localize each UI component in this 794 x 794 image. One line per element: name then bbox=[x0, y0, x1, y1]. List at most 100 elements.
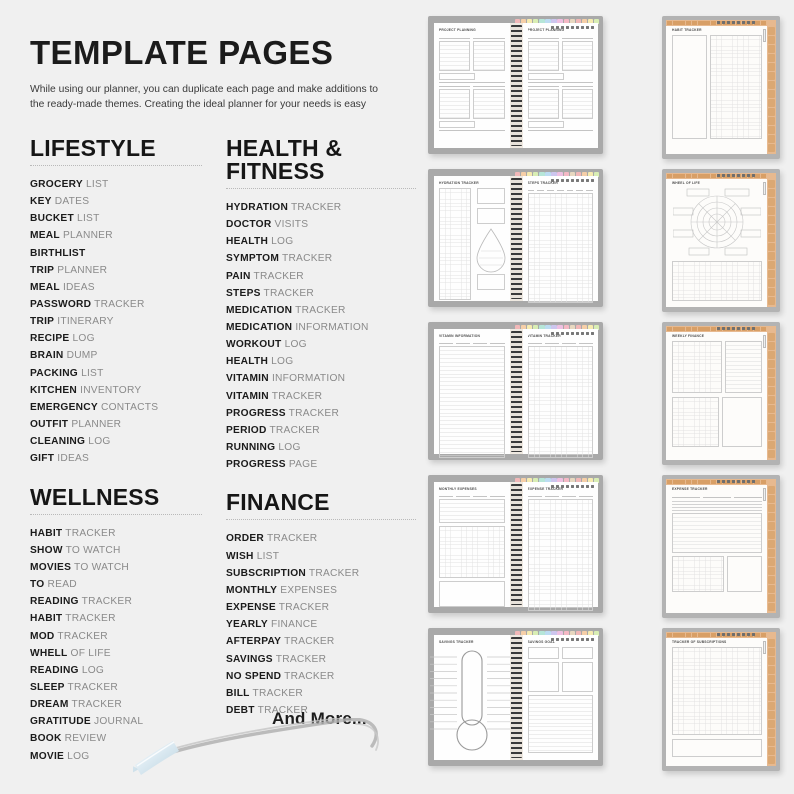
top-tab[interactable] bbox=[673, 633, 679, 637]
side-tab[interactable] bbox=[768, 288, 775, 296]
toolbar-icon[interactable] bbox=[717, 21, 720, 24]
toolbar-icon[interactable] bbox=[727, 174, 730, 177]
top-tab[interactable] bbox=[685, 174, 692, 178]
toolbar-icon[interactable] bbox=[591, 638, 594, 641]
toolbar-icon[interactable] bbox=[576, 485, 579, 488]
toolbar-icon[interactable] bbox=[571, 179, 574, 182]
side-tab[interactable] bbox=[768, 603, 775, 611]
toolbar-icon[interactable] bbox=[551, 26, 554, 29]
planner-spread-preview[interactable]: MONTHLY EXPENSES EXPENSE TRACKER bbox=[428, 475, 603, 613]
top-tab[interactable] bbox=[710, 174, 717, 178]
top-tab[interactable] bbox=[760, 633, 766, 637]
toolbar-icon[interactable] bbox=[576, 332, 579, 335]
top-tab[interactable] bbox=[673, 174, 679, 178]
side-tab[interactable] bbox=[768, 378, 775, 386]
side-tab[interactable] bbox=[768, 747, 775, 755]
toolbar-icon[interactable] bbox=[561, 485, 564, 488]
side-tab[interactable] bbox=[768, 135, 775, 143]
side-tab[interactable] bbox=[768, 207, 775, 215]
toolbar-icon[interactable] bbox=[586, 485, 589, 488]
top-tab[interactable] bbox=[710, 327, 717, 331]
toolbar-icon[interactable] bbox=[732, 174, 735, 177]
side-tab[interactable] bbox=[768, 108, 775, 116]
top-tab[interactable] bbox=[685, 633, 692, 637]
toolbar-icon[interactable] bbox=[722, 327, 725, 330]
toolbar-icon[interactable] bbox=[576, 26, 579, 29]
toolbar-icon[interactable] bbox=[737, 21, 740, 24]
side-tab[interactable] bbox=[768, 693, 775, 701]
side-tab[interactable] bbox=[768, 54, 775, 62]
toolbar-icon[interactable] bbox=[566, 179, 569, 182]
toolbar-icon[interactable] bbox=[742, 633, 745, 636]
side-tab[interactable] bbox=[768, 360, 775, 368]
toolbar-icon[interactable] bbox=[551, 179, 554, 182]
top-tab[interactable] bbox=[704, 174, 710, 178]
side-tab[interactable] bbox=[768, 720, 775, 728]
toolbar-icon[interactable] bbox=[581, 26, 584, 29]
top-tab[interactable] bbox=[685, 327, 692, 331]
top-tab[interactable] bbox=[691, 174, 698, 178]
toolbar-icon[interactable] bbox=[576, 638, 579, 641]
top-tab[interactable] bbox=[691, 480, 698, 484]
toolbar-icon[interactable] bbox=[732, 21, 735, 24]
toolbar-icon[interactable] bbox=[551, 332, 554, 335]
toolbar-icon[interactable] bbox=[556, 485, 559, 488]
side-tab[interactable] bbox=[768, 549, 775, 557]
top-tab[interactable] bbox=[679, 633, 685, 637]
top-tab[interactable] bbox=[698, 174, 704, 178]
side-tab[interactable] bbox=[768, 225, 775, 233]
toolbar-icon[interactable] bbox=[752, 327, 755, 330]
side-tab[interactable] bbox=[768, 423, 775, 431]
side-tab[interactable] bbox=[768, 72, 775, 80]
toolbar-icon[interactable] bbox=[722, 21, 725, 24]
top-tab[interactable] bbox=[667, 21, 673, 25]
toolbar-icon[interactable] bbox=[727, 21, 730, 24]
side-tab[interactable] bbox=[768, 567, 775, 575]
top-tab[interactable] bbox=[704, 327, 710, 331]
side-tab[interactable] bbox=[768, 531, 775, 539]
toolbar-icon[interactable] bbox=[566, 332, 569, 335]
top-tab[interactable] bbox=[673, 327, 679, 331]
side-tab[interactable] bbox=[768, 99, 775, 107]
side-tab[interactable] bbox=[768, 90, 775, 98]
top-tab[interactable] bbox=[698, 21, 704, 25]
top-tab[interactable] bbox=[704, 480, 710, 484]
side-tab[interactable] bbox=[768, 594, 775, 602]
side-tab[interactable] bbox=[768, 297, 775, 305]
side-tab[interactable] bbox=[768, 216, 775, 224]
side-tab[interactable] bbox=[768, 504, 775, 512]
toolbar-icon[interactable] bbox=[737, 174, 740, 177]
toolbar-icon[interactable] bbox=[722, 174, 725, 177]
top-tab[interactable] bbox=[704, 633, 710, 637]
side-tab[interactable] bbox=[768, 180, 775, 188]
planner-page-preview[interactable]: WEEKLY FINANCE bbox=[662, 322, 780, 465]
side-tab[interactable] bbox=[768, 63, 775, 71]
toolbar-icon[interactable] bbox=[571, 26, 574, 29]
toolbar-icon[interactable] bbox=[752, 21, 755, 24]
side-tab[interactable] bbox=[768, 666, 775, 674]
toolbar-icon[interactable] bbox=[722, 633, 725, 636]
side-tab[interactable] bbox=[768, 243, 775, 251]
toolbar-icon[interactable] bbox=[566, 26, 569, 29]
side-tab[interactable] bbox=[768, 333, 775, 341]
toolbar-icon[interactable] bbox=[561, 179, 564, 182]
side-tab[interactable] bbox=[768, 657, 775, 665]
toolbar-icon[interactable] bbox=[591, 179, 594, 182]
side-tab[interactable] bbox=[768, 522, 775, 530]
side-tab[interactable] bbox=[768, 252, 775, 260]
top-tab[interactable] bbox=[667, 633, 673, 637]
toolbar-icon[interactable] bbox=[717, 174, 720, 177]
toolbar-icon[interactable] bbox=[717, 327, 720, 330]
top-tab[interactable] bbox=[698, 327, 704, 331]
top-tab[interactable] bbox=[679, 174, 685, 178]
top-tab[interactable] bbox=[704, 21, 710, 25]
toolbar-icon[interactable] bbox=[747, 21, 750, 24]
toolbar-icon[interactable] bbox=[752, 174, 755, 177]
side-tab[interactable] bbox=[768, 405, 775, 413]
top-tab[interactable] bbox=[679, 327, 685, 331]
side-tab[interactable] bbox=[768, 585, 775, 593]
planner-spread-preview[interactable]: VITAMIN INFORMATION VITAMIN TRACKER bbox=[428, 322, 603, 460]
side-tab[interactable] bbox=[768, 189, 775, 197]
toolbar-icon[interactable] bbox=[556, 638, 559, 641]
top-tab[interactable] bbox=[691, 327, 698, 331]
